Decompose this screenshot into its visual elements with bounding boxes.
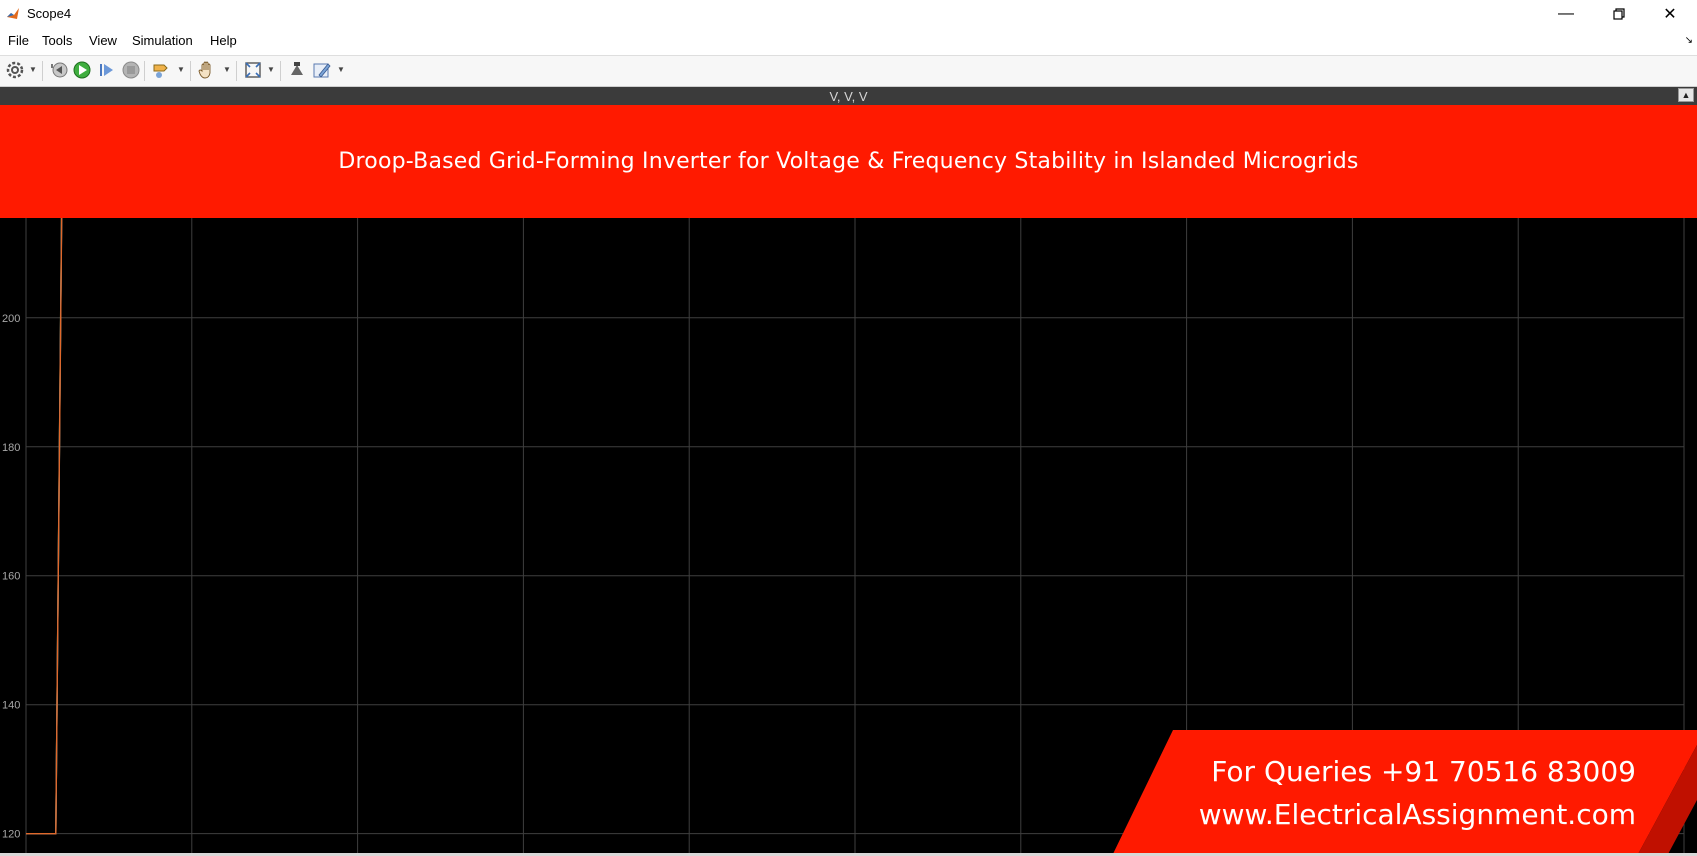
undock-axes-button[interactable]: ▲ xyxy=(1678,88,1694,102)
axes-title: V, V, V xyxy=(829,89,868,104)
run-icon[interactable] xyxy=(72,59,92,81)
title-banner: Droop-Based Grid-Forming Inverter for Vo… xyxy=(0,105,1697,218)
y-tick-label: 120 xyxy=(2,829,20,841)
restore-button[interactable] xyxy=(1596,0,1642,28)
menu-bar: File Tools View Simulation Help ↘ xyxy=(0,28,1697,53)
pan-icon[interactable] xyxy=(196,59,218,81)
minimize-button[interactable]: — xyxy=(1543,0,1589,28)
menu-view[interactable]: View xyxy=(89,33,117,48)
toolbar-separator xyxy=(144,61,145,81)
y-tick-label: 200 xyxy=(2,313,20,325)
highlight-dropdown-icon[interactable]: ▼ xyxy=(177,65,185,74)
menu-simulation[interactable]: Simulation xyxy=(132,33,193,48)
contact-phone: For Queries +91 70516 83009 xyxy=(1211,755,1636,788)
menu-help[interactable]: Help xyxy=(210,33,237,48)
minimize-icon: — xyxy=(1558,5,1574,22)
axes-header: V, V, V ▲ xyxy=(0,87,1697,105)
toolbar-separator xyxy=(190,61,191,81)
zoom-fit-icon[interactable] xyxy=(243,59,263,81)
y-tick-label: 180 xyxy=(2,442,20,454)
matlab-logo-icon xyxy=(5,6,21,22)
menu-file[interactable]: File xyxy=(8,33,29,48)
window-title: Scope4 xyxy=(27,6,72,21)
menubar-collapse-icon[interactable]: ↘ xyxy=(1685,35,1693,46)
step-forward-icon[interactable] xyxy=(97,59,117,81)
y-tick-label: 160 xyxy=(2,571,20,583)
close-button[interactable]: ✕ xyxy=(1647,0,1693,28)
restore-icon xyxy=(1613,8,1625,20)
zoom-dropdown-icon[interactable]: ▼ xyxy=(267,65,275,74)
stop-icon[interactable] xyxy=(121,59,141,81)
gear-icon[interactable] xyxy=(5,59,25,81)
toolbar-separator xyxy=(236,61,237,81)
banner-title: Droop-Based Grid-Forming Inverter for Vo… xyxy=(338,149,1359,174)
undock-icon: ▲ xyxy=(1681,90,1691,100)
edit-icon[interactable] xyxy=(311,59,333,81)
gear-dropdown-icon[interactable]: ▼ xyxy=(29,65,37,74)
toolbar-separator xyxy=(42,61,43,81)
title-bar: Scope4 — ✕ xyxy=(0,0,1697,28)
highlight-icon[interactable] xyxy=(151,59,173,81)
style-icon[interactable] xyxy=(287,59,307,81)
toolbar-separator xyxy=(280,61,281,81)
close-icon: ✕ xyxy=(1663,6,1677,23)
contact-website[interactable]: www.ElectricalAssignment.com xyxy=(1199,798,1636,831)
toolbar: ▼ ▼ ▼ ▼ ▼ xyxy=(0,55,1697,87)
y-tick-label: 140 xyxy=(2,700,20,712)
menu-tools[interactable]: Tools xyxy=(42,33,72,48)
pan-dropdown-icon[interactable]: ▼ xyxy=(223,65,231,74)
step-back-icon[interactable] xyxy=(49,59,69,81)
edit-dropdown-icon[interactable]: ▼ xyxy=(337,65,345,74)
